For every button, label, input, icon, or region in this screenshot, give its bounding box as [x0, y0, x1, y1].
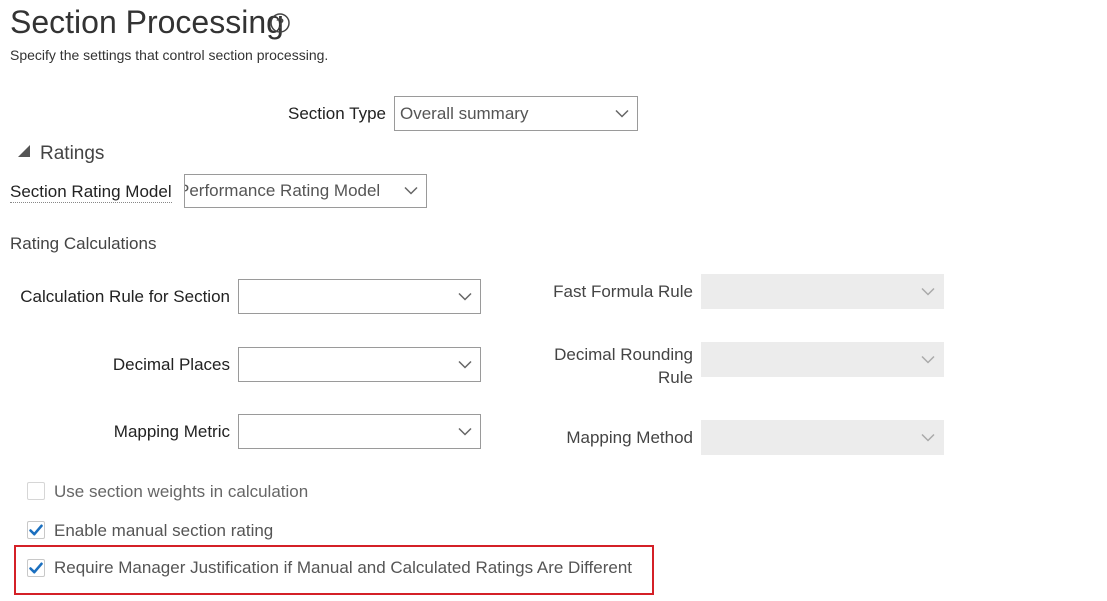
calculation-rule-select[interactable]: [238, 279, 481, 314]
section-type-value: Overall summary: [400, 103, 529, 123]
use-section-weights-label: Use section weights in calculation: [54, 482, 309, 501]
use-section-weights-checkbox: [27, 482, 45, 500]
decimal-places-label: Decimal Places: [112, 355, 230, 374]
calculation-rule-label: Calculation Rule for Section: [20, 287, 230, 306]
chevron-down-icon: [921, 287, 935, 296]
help-icon[interactable]: [270, 13, 290, 33]
mapping-method-label: Mapping Method: [566, 428, 693, 447]
section-type-select[interactable]: Overall summary: [394, 96, 638, 131]
decimal-rounding-rule-label-line2: Rule: [658, 368, 693, 387]
chevron-down-icon: [458, 360, 472, 369]
chevron-down-icon: [921, 355, 935, 364]
section-rating-model-label: Section Rating Model: [10, 182, 172, 203]
section-type-label: Section Type: [288, 104, 386, 123]
require-manager-justification-checkbox[interactable]: [27, 559, 45, 577]
chevron-down-icon: [400, 186, 422, 196]
mapping-method-select: [701, 420, 944, 455]
rating-calculations-heading: Rating Calculations: [10, 234, 157, 253]
page-subtitle: Specify the settings that control sectio…: [10, 47, 329, 63]
enable-manual-rating-checkbox[interactable]: [27, 521, 45, 539]
page-title: Section Processing: [10, 4, 284, 40]
section-rating-model-select[interactable]: Performance Rating Model: [184, 174, 427, 208]
chevron-down-icon: [921, 433, 935, 442]
section-rating-model-value: Performance Rating Model: [184, 181, 381, 200]
checkmark-icon: [29, 562, 43, 574]
decimal-rounding-rule-label-line1: Decimal Rounding: [554, 345, 693, 364]
chevron-down-icon: [458, 292, 472, 301]
collapse-triangle-icon[interactable]: [17, 144, 31, 158]
decimal-rounding-rule-select: [701, 342, 944, 377]
mapping-metric-select[interactable]: [238, 414, 481, 449]
fast-formula-rule-select: [701, 274, 944, 309]
enable-manual-rating-label[interactable]: Enable manual section rating: [54, 521, 273, 541]
checkmark-icon: [29, 524, 43, 536]
decimal-rounding-rule-label: Decimal Rounding Rule: [500, 343, 693, 389]
chevron-down-icon: [615, 109, 629, 118]
mapping-metric-label: Mapping Metric: [113, 422, 230, 441]
fast-formula-rule-label: Fast Formula Rule: [553, 282, 693, 301]
decimal-places-select[interactable]: [238, 347, 481, 382]
ratings-section-heading[interactable]: Ratings: [40, 143, 104, 165]
require-manager-justification-label[interactable]: Require Manager Justification if Manual …: [54, 558, 632, 578]
chevron-down-icon: [458, 427, 472, 436]
